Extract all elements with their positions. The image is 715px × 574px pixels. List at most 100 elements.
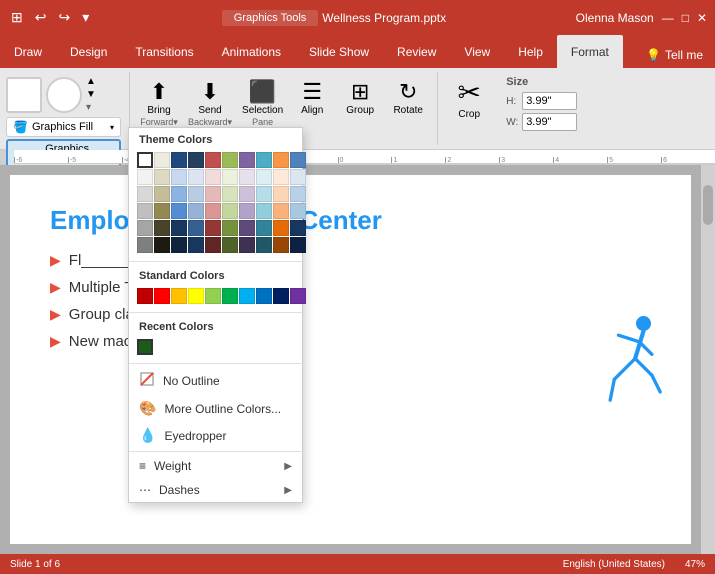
tell-me-box[interactable]: 💡 Tell me [634,42,715,68]
styles-more-arrow[interactable]: ▾ [86,102,96,113]
theme-color-25[interactable] [222,186,238,202]
theme-color-12[interactable] [171,169,187,185]
close-button[interactable]: ✕ [697,11,707,25]
theme-color-27[interactable] [256,186,272,202]
theme-color-18[interactable] [273,169,289,185]
quick-access-more[interactable]: ▾ [79,9,92,26]
theme-color-56[interactable] [239,237,255,253]
width-input[interactable] [522,113,577,131]
theme-color-30[interactable] [137,203,153,219]
standard-color-3[interactable] [188,288,204,304]
styles-up-arrow[interactable]: ▲ [86,76,96,87]
weight-item[interactable]: ≡ Weight ▶ [129,454,302,478]
rotate-button[interactable]: ↻ Rotate [385,76,431,134]
maximize-button[interactable]: □ [682,11,689,25]
theme-color-55[interactable] [222,237,238,253]
bring-forward-button[interactable]: ⬆ Bring Forward▾ [136,76,182,134]
tab-help[interactable]: Help [504,35,557,68]
theme-color-11[interactable] [154,169,170,185]
theme-color-33[interactable] [188,203,204,219]
recent-color-swatch[interactable] [137,339,153,355]
more-outline-item[interactable]: 🎨 More Outline Colors... [129,395,302,422]
theme-color-38[interactable] [273,203,289,219]
theme-color-36[interactable] [239,203,255,219]
tab-draw[interactable]: Draw [0,35,56,68]
theme-color-58[interactable] [273,237,289,253]
tab-review[interactable]: Review [383,35,450,68]
theme-color-24[interactable] [205,186,221,202]
minimize-button[interactable]: — [662,11,674,25]
theme-color-31[interactable] [154,203,170,219]
theme-color-20[interactable] [137,186,153,202]
theme-color-54[interactable] [205,237,221,253]
theme-color-53[interactable] [188,237,204,253]
crop-button[interactable]: ✂ Crop [444,72,494,124]
standard-color-5[interactable] [222,288,238,304]
theme-color-4[interactable] [205,152,221,168]
tab-animations[interactable]: Animations [208,35,295,68]
theme-color-52[interactable] [171,237,187,253]
theme-color-42[interactable] [171,220,187,236]
theme-color-50[interactable] [137,237,153,253]
theme-color-45[interactable] [222,220,238,236]
standard-color-6[interactable] [239,288,255,304]
theme-color-3[interactable] [188,152,204,168]
no-outline-item[interactable]: No Outline [129,366,302,395]
style-preview-rounded[interactable] [46,77,82,113]
standard-color-2[interactable] [171,288,187,304]
theme-color-48[interactable] [273,220,289,236]
theme-color-0[interactable] [137,152,153,168]
styles-down-arrow[interactable]: ▼ [86,89,96,100]
graphics-fill-button[interactable]: 🪣 Graphics Fill ▾ [6,117,121,137]
theme-color-1[interactable] [154,152,170,168]
standard-color-7[interactable] [256,288,272,304]
theme-color-39[interactable] [290,203,306,219]
style-preview-rect[interactable] [6,77,42,113]
theme-color-21[interactable] [154,186,170,202]
eyedropper-item[interactable]: 💧 Eyedropper [129,422,302,449]
theme-color-26[interactable] [239,186,255,202]
theme-color-2[interactable] [171,152,187,168]
undo-button[interactable]: ↩ [32,9,50,26]
theme-color-35[interactable] [222,203,238,219]
theme-color-47[interactable] [256,220,272,236]
tab-format[interactable]: Format [557,35,623,68]
theme-color-49[interactable] [290,220,306,236]
theme-color-28[interactable] [273,186,289,202]
send-backward-button[interactable]: ⬇ Send Backward▾ [184,76,236,134]
theme-color-17[interactable] [256,169,272,185]
tab-design[interactable]: Design [56,35,121,68]
redo-button[interactable]: ↪ [55,9,73,26]
tab-slideshow[interactable]: Slide Show [295,35,383,68]
standard-color-8[interactable] [273,288,289,304]
theme-color-19[interactable] [290,169,306,185]
height-input[interactable] [522,92,577,110]
theme-color-16[interactable] [239,169,255,185]
slide-panel[interactable]: Employee Wellness Center ▶ Fl______ ▶ Mu… [10,175,691,544]
theme-color-29[interactable] [290,186,306,202]
theme-color-9[interactable] [290,152,306,168]
theme-color-23[interactable] [188,186,204,202]
theme-color-40[interactable] [137,220,153,236]
theme-color-8[interactable] [273,152,289,168]
tab-transitions[interactable]: Transitions [121,35,207,68]
theme-color-5[interactable] [222,152,238,168]
standard-color-9[interactable] [290,288,306,304]
standard-color-0[interactable] [137,288,153,304]
group-button[interactable]: ⊞ Group [337,76,383,134]
theme-color-13[interactable] [188,169,204,185]
theme-color-43[interactable] [188,220,204,236]
theme-color-57[interactable] [256,237,272,253]
vertical-scrollbar[interactable] [701,165,715,554]
align-button[interactable]: ☰ Align [289,76,335,134]
theme-color-51[interactable] [154,237,170,253]
theme-color-41[interactable] [154,220,170,236]
theme-color-6[interactable] [239,152,255,168]
theme-color-44[interactable] [205,220,221,236]
theme-color-22[interactable] [171,186,187,202]
selection-pane-button[interactable]: ⬛ Selection Pane [238,76,287,134]
theme-color-34[interactable] [205,203,221,219]
standard-color-4[interactable] [205,288,221,304]
theme-color-32[interactable] [171,203,187,219]
standard-color-1[interactable] [154,288,170,304]
